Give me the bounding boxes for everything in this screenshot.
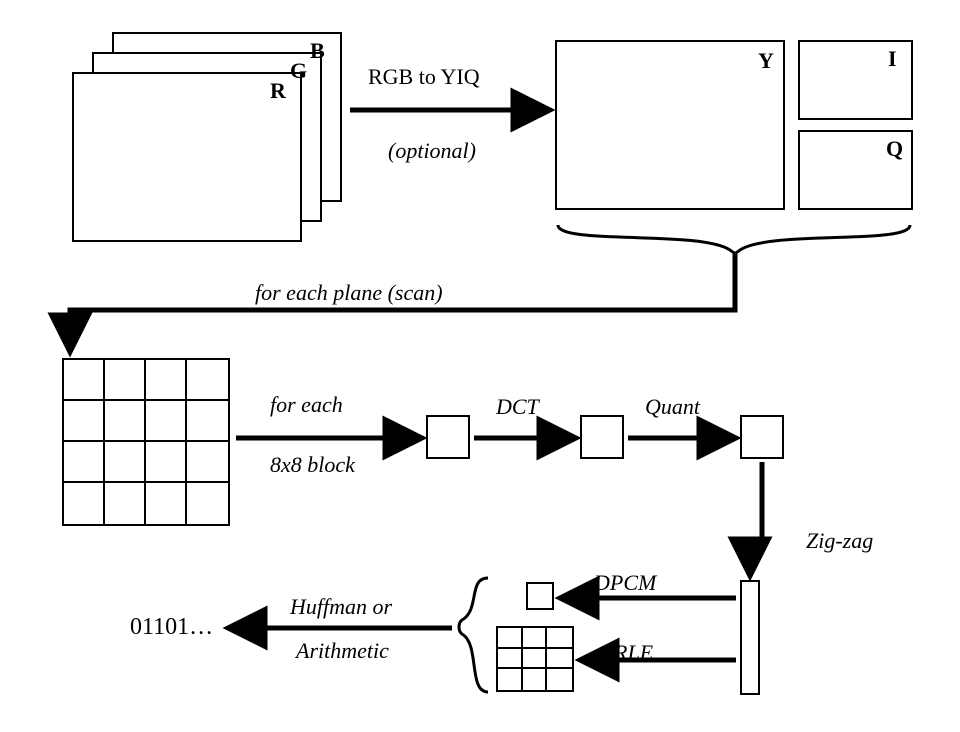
label-huffman-or: Huffman or — [290, 594, 392, 620]
brace-entropy — [459, 578, 488, 692]
zigzag-slab — [740, 580, 760, 695]
ac-coeffs — [496, 626, 574, 692]
dc-coeff — [526, 582, 554, 610]
output-bitstream: 01101… — [130, 614, 213, 641]
label-b: B — [310, 38, 325, 64]
label-g: G — [290, 58, 307, 84]
plane-y — [555, 40, 785, 210]
label-for-each: for each — [270, 392, 343, 418]
label-quant: Quant — [645, 394, 700, 420]
label-rle: RLE — [614, 640, 653, 666]
label-dct: DCT — [496, 394, 539, 420]
label-dpcm: DPCM — [594, 570, 656, 596]
label-arithmetic: Arithmetic — [296, 638, 389, 664]
label-q: Q — [886, 136, 903, 162]
label-rgb-to-yiq: RGB to YIQ — [368, 64, 480, 90]
block-post-quant — [740, 415, 784, 459]
arrow-zigzag — [750, 462, 762, 574]
label-8x8-block: 8x8 block — [270, 452, 355, 478]
label-i: I — [888, 46, 897, 72]
scan-grid — [62, 358, 230, 526]
label-optional: (optional) — [388, 138, 476, 164]
plane-r — [72, 72, 302, 242]
label-for-each-plane: for each plane (scan) — [255, 280, 443, 306]
brace-yiq — [558, 225, 910, 253]
jpeg-pipeline-diagram: B G R Y I Q RGB to YIQ (optional) for ea… — [0, 0, 960, 732]
block-pre-dct — [426, 415, 470, 459]
label-r: R — [270, 78, 286, 104]
label-y: Y — [758, 48, 774, 74]
label-zigzag: Zig-zag — [806, 528, 873, 554]
block-post-dct — [580, 415, 624, 459]
